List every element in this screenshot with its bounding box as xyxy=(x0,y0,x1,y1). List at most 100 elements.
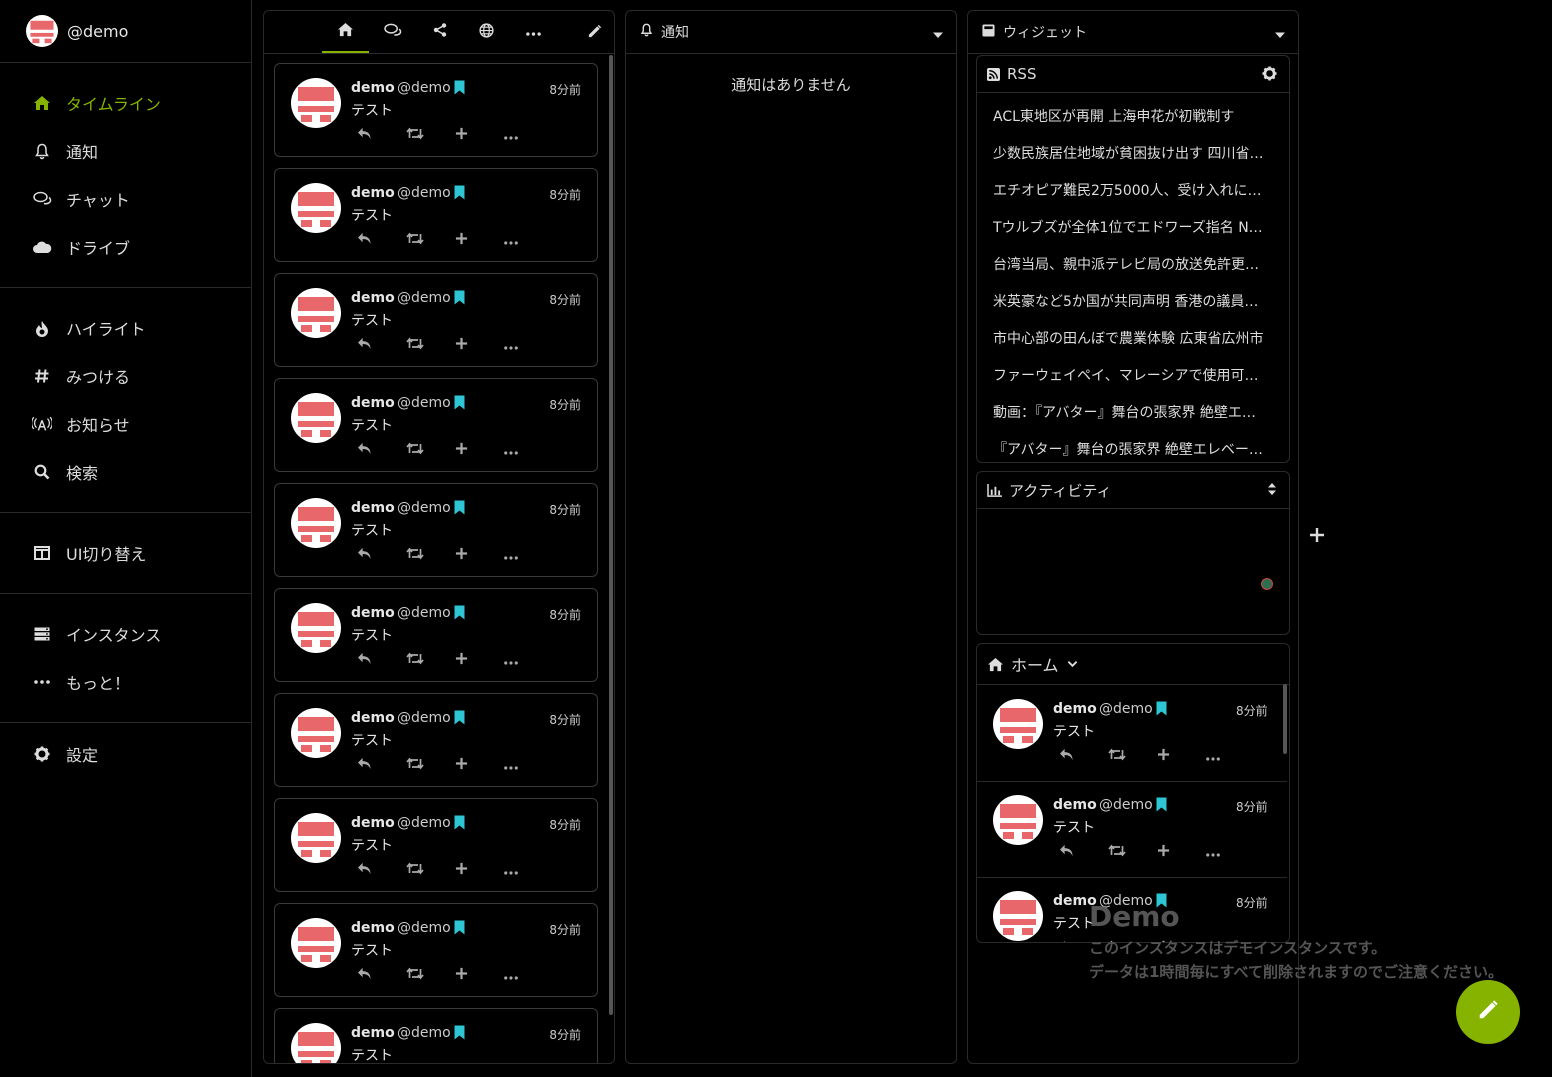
sidebar-item-settings[interactable]: 設定 xyxy=(0,723,251,785)
note-author-acct[interactable]: @demo xyxy=(1099,797,1153,813)
reaction-button[interactable] xyxy=(1157,937,1206,942)
reply-button[interactable] xyxy=(1059,745,1108,765)
note-author-acct[interactable]: @demo xyxy=(397,1025,451,1041)
note-author-name[interactable]: demo xyxy=(351,290,395,306)
note-author-acct[interactable]: @demo xyxy=(397,290,451,306)
renote-button[interactable] xyxy=(406,544,455,564)
reaction-button[interactable] xyxy=(1157,841,1206,861)
sidebar-item-switch-ui[interactable]: UI切り替え xyxy=(0,529,251,577)
note-card[interactable]: demo @demo 8分前 テスト xyxy=(274,1008,598,1063)
note-card[interactable]: demo @demo 8分前 テスト xyxy=(274,63,598,157)
sidebar-item-explore[interactable]: みつける xyxy=(0,352,251,400)
reply-button[interactable] xyxy=(1059,841,1108,861)
avatar[interactable] xyxy=(291,1023,341,1063)
tab-local[interactable] xyxy=(369,11,416,53)
compose-button[interactable] xyxy=(1456,980,1520,1044)
note-timestamp[interactable]: 8分前 xyxy=(549,396,581,413)
sidebar-item-notifications[interactable]: 通知 xyxy=(0,127,251,175)
more-button[interactable] xyxy=(504,964,553,984)
rss-item[interactable]: 『アバター』舞台の張家界 絶壁エレベー… xyxy=(977,430,1289,462)
reply-button[interactable] xyxy=(357,229,406,249)
tab-home[interactable] xyxy=(322,11,369,53)
note-timestamp[interactable]: 8分前 xyxy=(549,711,581,728)
gear-icon[interactable] xyxy=(1262,66,1277,81)
note-timestamp[interactable]: 8分前 xyxy=(549,291,581,308)
note-timestamp[interactable]: 8分前 xyxy=(549,606,581,623)
notifications-column-header[interactable]: 通知 xyxy=(626,11,956,54)
more-button[interactable] xyxy=(1206,841,1255,861)
avatar[interactable] xyxy=(291,813,341,863)
sidebar-item-more[interactable]: もっと！ xyxy=(0,658,251,706)
sidebar-item-timeline[interactable]: タイムライン xyxy=(0,79,251,127)
avatar[interactable] xyxy=(291,78,341,128)
note-timestamp[interactable]: 8分前 xyxy=(1236,702,1268,719)
more-button[interactable] xyxy=(504,229,553,249)
note-author-acct[interactable]: @demo xyxy=(397,605,451,621)
more-button[interactable] xyxy=(504,754,553,774)
renote-button[interactable] xyxy=(406,334,455,354)
caret-down-icon[interactable] xyxy=(1274,27,1286,43)
rss-item[interactable]: 米英豪など5か国が共同声明 香港の議員… xyxy=(977,282,1289,319)
widgets-column-header[interactable]: ウィジェット xyxy=(968,11,1298,54)
rss-item[interactable]: 少数民族居住地域が貧困抜け出す 四川省… xyxy=(977,134,1289,171)
home-widget-header[interactable]: ホーム xyxy=(977,644,1289,685)
note-timestamp[interactable]: 8分前 xyxy=(549,81,581,98)
note-timestamp[interactable]: 8分前 xyxy=(549,501,581,518)
rss-item[interactable]: 台湾当局、親中派テレビ局の放送免許更… xyxy=(977,245,1289,282)
note-card[interactable]: demo @demo 8分前 テスト xyxy=(274,588,598,682)
note-timestamp[interactable]: 8分前 xyxy=(549,816,581,833)
note-author-name[interactable]: demo xyxy=(351,80,395,96)
more-button[interactable] xyxy=(1206,937,1255,942)
sort-icon[interactable] xyxy=(1267,482,1277,496)
tab-more[interactable] xyxy=(510,11,557,53)
more-button[interactable] xyxy=(504,544,553,564)
reply-button[interactable] xyxy=(357,964,406,984)
more-button[interactable] xyxy=(504,124,553,144)
reply-button[interactable] xyxy=(357,439,406,459)
reaction-button[interactable] xyxy=(455,334,504,354)
renote-button[interactable] xyxy=(406,229,455,249)
reaction-button[interactable] xyxy=(455,544,504,564)
reply-button[interactable] xyxy=(357,754,406,774)
sidebar-item-drive[interactable]: ドライブ xyxy=(0,223,251,271)
rss-item[interactable]: エチオピア難民2万5000人、受け入れに… xyxy=(977,171,1289,208)
more-button[interactable] xyxy=(504,439,553,459)
sidebar-item-instance[interactable]: インスタンス xyxy=(0,610,251,658)
reaction-button[interactable] xyxy=(1157,745,1206,765)
sidebar-item-highlight[interactable]: ハイライト xyxy=(0,304,251,352)
rss-item[interactable]: 市中心部の田んぼで農業体験 広東省広州市 xyxy=(977,319,1289,356)
note-author-acct[interactable]: @demo xyxy=(397,920,451,936)
note-timestamp[interactable]: 8分前 xyxy=(549,186,581,203)
note-author-acct[interactable]: @demo xyxy=(1099,701,1153,717)
note-timestamp[interactable]: 8分前 xyxy=(1236,798,1268,815)
reaction-button[interactable] xyxy=(455,964,504,984)
renote-button[interactable] xyxy=(1108,937,1157,942)
note-card[interactable]: demo @demo 8分前 テスト xyxy=(274,693,598,787)
note-card[interactable]: demo @demo 8分前 テスト xyxy=(274,483,598,577)
note-author-acct[interactable]: @demo xyxy=(397,185,451,201)
account-menu[interactable]: @demo xyxy=(0,0,251,63)
reaction-button[interactable] xyxy=(455,859,504,879)
tab-global[interactable] xyxy=(463,11,510,53)
reply-button[interactable] xyxy=(357,334,406,354)
note-author-acct[interactable]: @demo xyxy=(397,80,451,96)
note-card[interactable]: demo @demo 8分前 テスト xyxy=(274,903,598,997)
note-author-name[interactable]: demo xyxy=(351,500,395,516)
reply-button[interactable] xyxy=(357,544,406,564)
sidebar-item-announcements[interactable]: お知らせ xyxy=(0,400,251,448)
reaction-button[interactable] xyxy=(455,439,504,459)
avatar[interactable] xyxy=(291,918,341,968)
note-card[interactable]: demo @demo 8分前 テスト xyxy=(977,781,1287,878)
renote-button[interactable] xyxy=(406,439,455,459)
avatar[interactable] xyxy=(993,699,1043,749)
caret-down-icon[interactable] xyxy=(932,27,944,43)
avatar[interactable] xyxy=(291,498,341,548)
avatar[interactable] xyxy=(291,603,341,653)
more-button[interactable] xyxy=(1206,745,1255,765)
note-author-name[interactable]: demo xyxy=(351,1025,395,1041)
avatar[interactable] xyxy=(291,708,341,758)
pencil-icon[interactable] xyxy=(587,24,602,43)
reaction-button[interactable] xyxy=(455,649,504,669)
note-author-name[interactable]: demo xyxy=(351,815,395,831)
reaction-button[interactable] xyxy=(455,754,504,774)
